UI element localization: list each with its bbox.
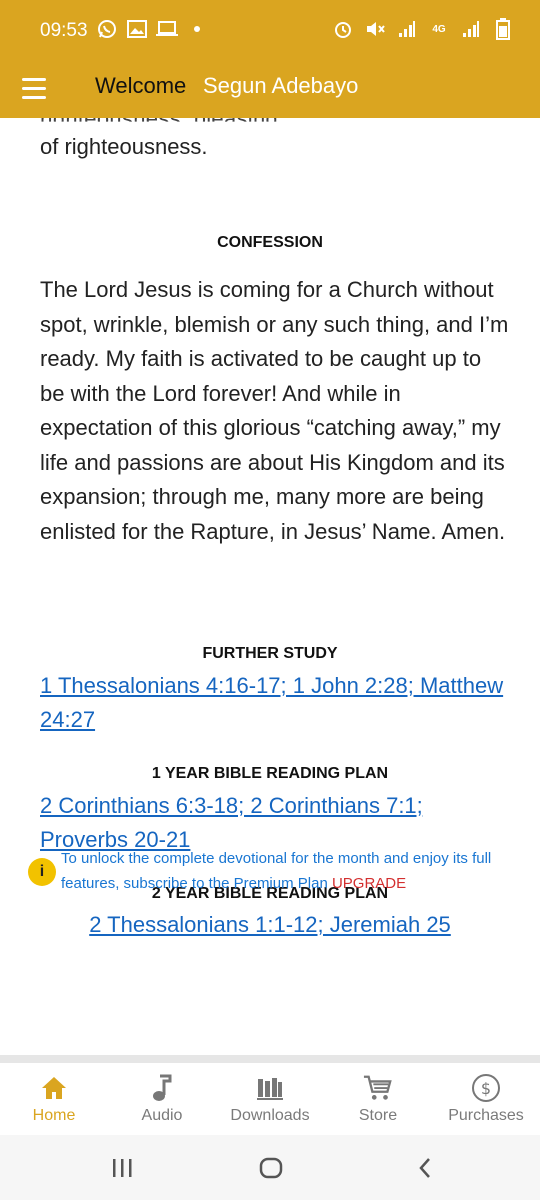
svg-text:$: $ (481, 1079, 491, 1098)
system-navigation-bar (0, 1135, 540, 1200)
cart-icon (363, 1073, 393, 1103)
info-icon: i (28, 858, 56, 886)
further-study-heading: FURTHER STUDY (202, 645, 338, 662)
divider (0, 1055, 540, 1063)
home-button-icon[interactable] (256, 1155, 286, 1181)
nav-purchases-label: Purchases (448, 1107, 524, 1124)
back-icon[interactable] (410, 1155, 440, 1181)
lte-icon: 4G (432, 23, 446, 35)
whatsapp-icon (96, 18, 118, 40)
previous-paragraph-end: of righteousness. (40, 134, 208, 159)
nav-downloads-label: Downloads (230, 1107, 310, 1124)
two-year-plan-link[interactable]: 2 Thessalonians 1:1-12; Jeremiah 25 (0, 908, 540, 942)
further-study-link[interactable]: 1 Thessalonians 4:16-17; 1 John 2:28; Ma… (40, 669, 510, 737)
mute-icon (364, 18, 386, 40)
user-name: Segun Adebayo (203, 73, 359, 98)
confession-heading: CONFESSION (217, 234, 323, 251)
gallery-icon (126, 18, 148, 40)
status-left-icons (96, 18, 208, 40)
nav-home-label: Home (32, 1107, 76, 1124)
status-right-icons: 4G (332, 18, 514, 40)
nav-audio-label: Audio (141, 1107, 183, 1124)
nav-purchases[interactable]: $ Purchases (432, 1063, 540, 1135)
library-icon (255, 1073, 285, 1103)
status-bar: 09:53 4G (0, 0, 540, 58)
welcome-label: Welcome (95, 73, 187, 98)
dot-icon (186, 18, 208, 40)
previous-paragraph-cut-line: righteousness, pleasing (40, 118, 279, 131)
notice-text: To unlock the complete devotional for th… (61, 846, 521, 896)
status-time: 09:53 (40, 20, 88, 41)
home-icon (39, 1073, 69, 1103)
recent-apps-icon[interactable] (107, 1155, 137, 1181)
battery-icon (492, 18, 514, 40)
one-year-plan-heading: 1 YEAR BIBLE READING PLAN (151, 765, 389, 782)
upgrade-link[interactable]: UPGRADE (332, 875, 406, 892)
devotional-content[interactable]: righteousness, pleasing of righteousness… (0, 118, 540, 1063)
bottom-navigation: Home Audio Downloads Store $ Purchases (0, 1063, 540, 1135)
nav-store[interactable]: Store (324, 1063, 432, 1135)
app-bar: Welcome Segun Adebayo (0, 58, 540, 118)
nav-audio[interactable]: Audio (108, 1063, 216, 1135)
laptop-icon (156, 18, 178, 40)
nav-home[interactable]: Home (0, 1063, 108, 1135)
signal-icon (396, 18, 418, 40)
notice-message: To unlock the complete devotional for th… (61, 850, 492, 892)
alarm-icon (332, 18, 354, 40)
dollar-circle-icon: $ (471, 1073, 501, 1103)
signal-icon (460, 18, 482, 40)
nav-store-label: Store (358, 1107, 398, 1124)
menu-icon[interactable] (22, 73, 52, 103)
nav-downloads[interactable]: Downloads (216, 1063, 324, 1135)
music-note-icon (147, 1073, 177, 1103)
confession-text: The Lord Jesus is coming for a Church wi… (40, 277, 509, 544)
